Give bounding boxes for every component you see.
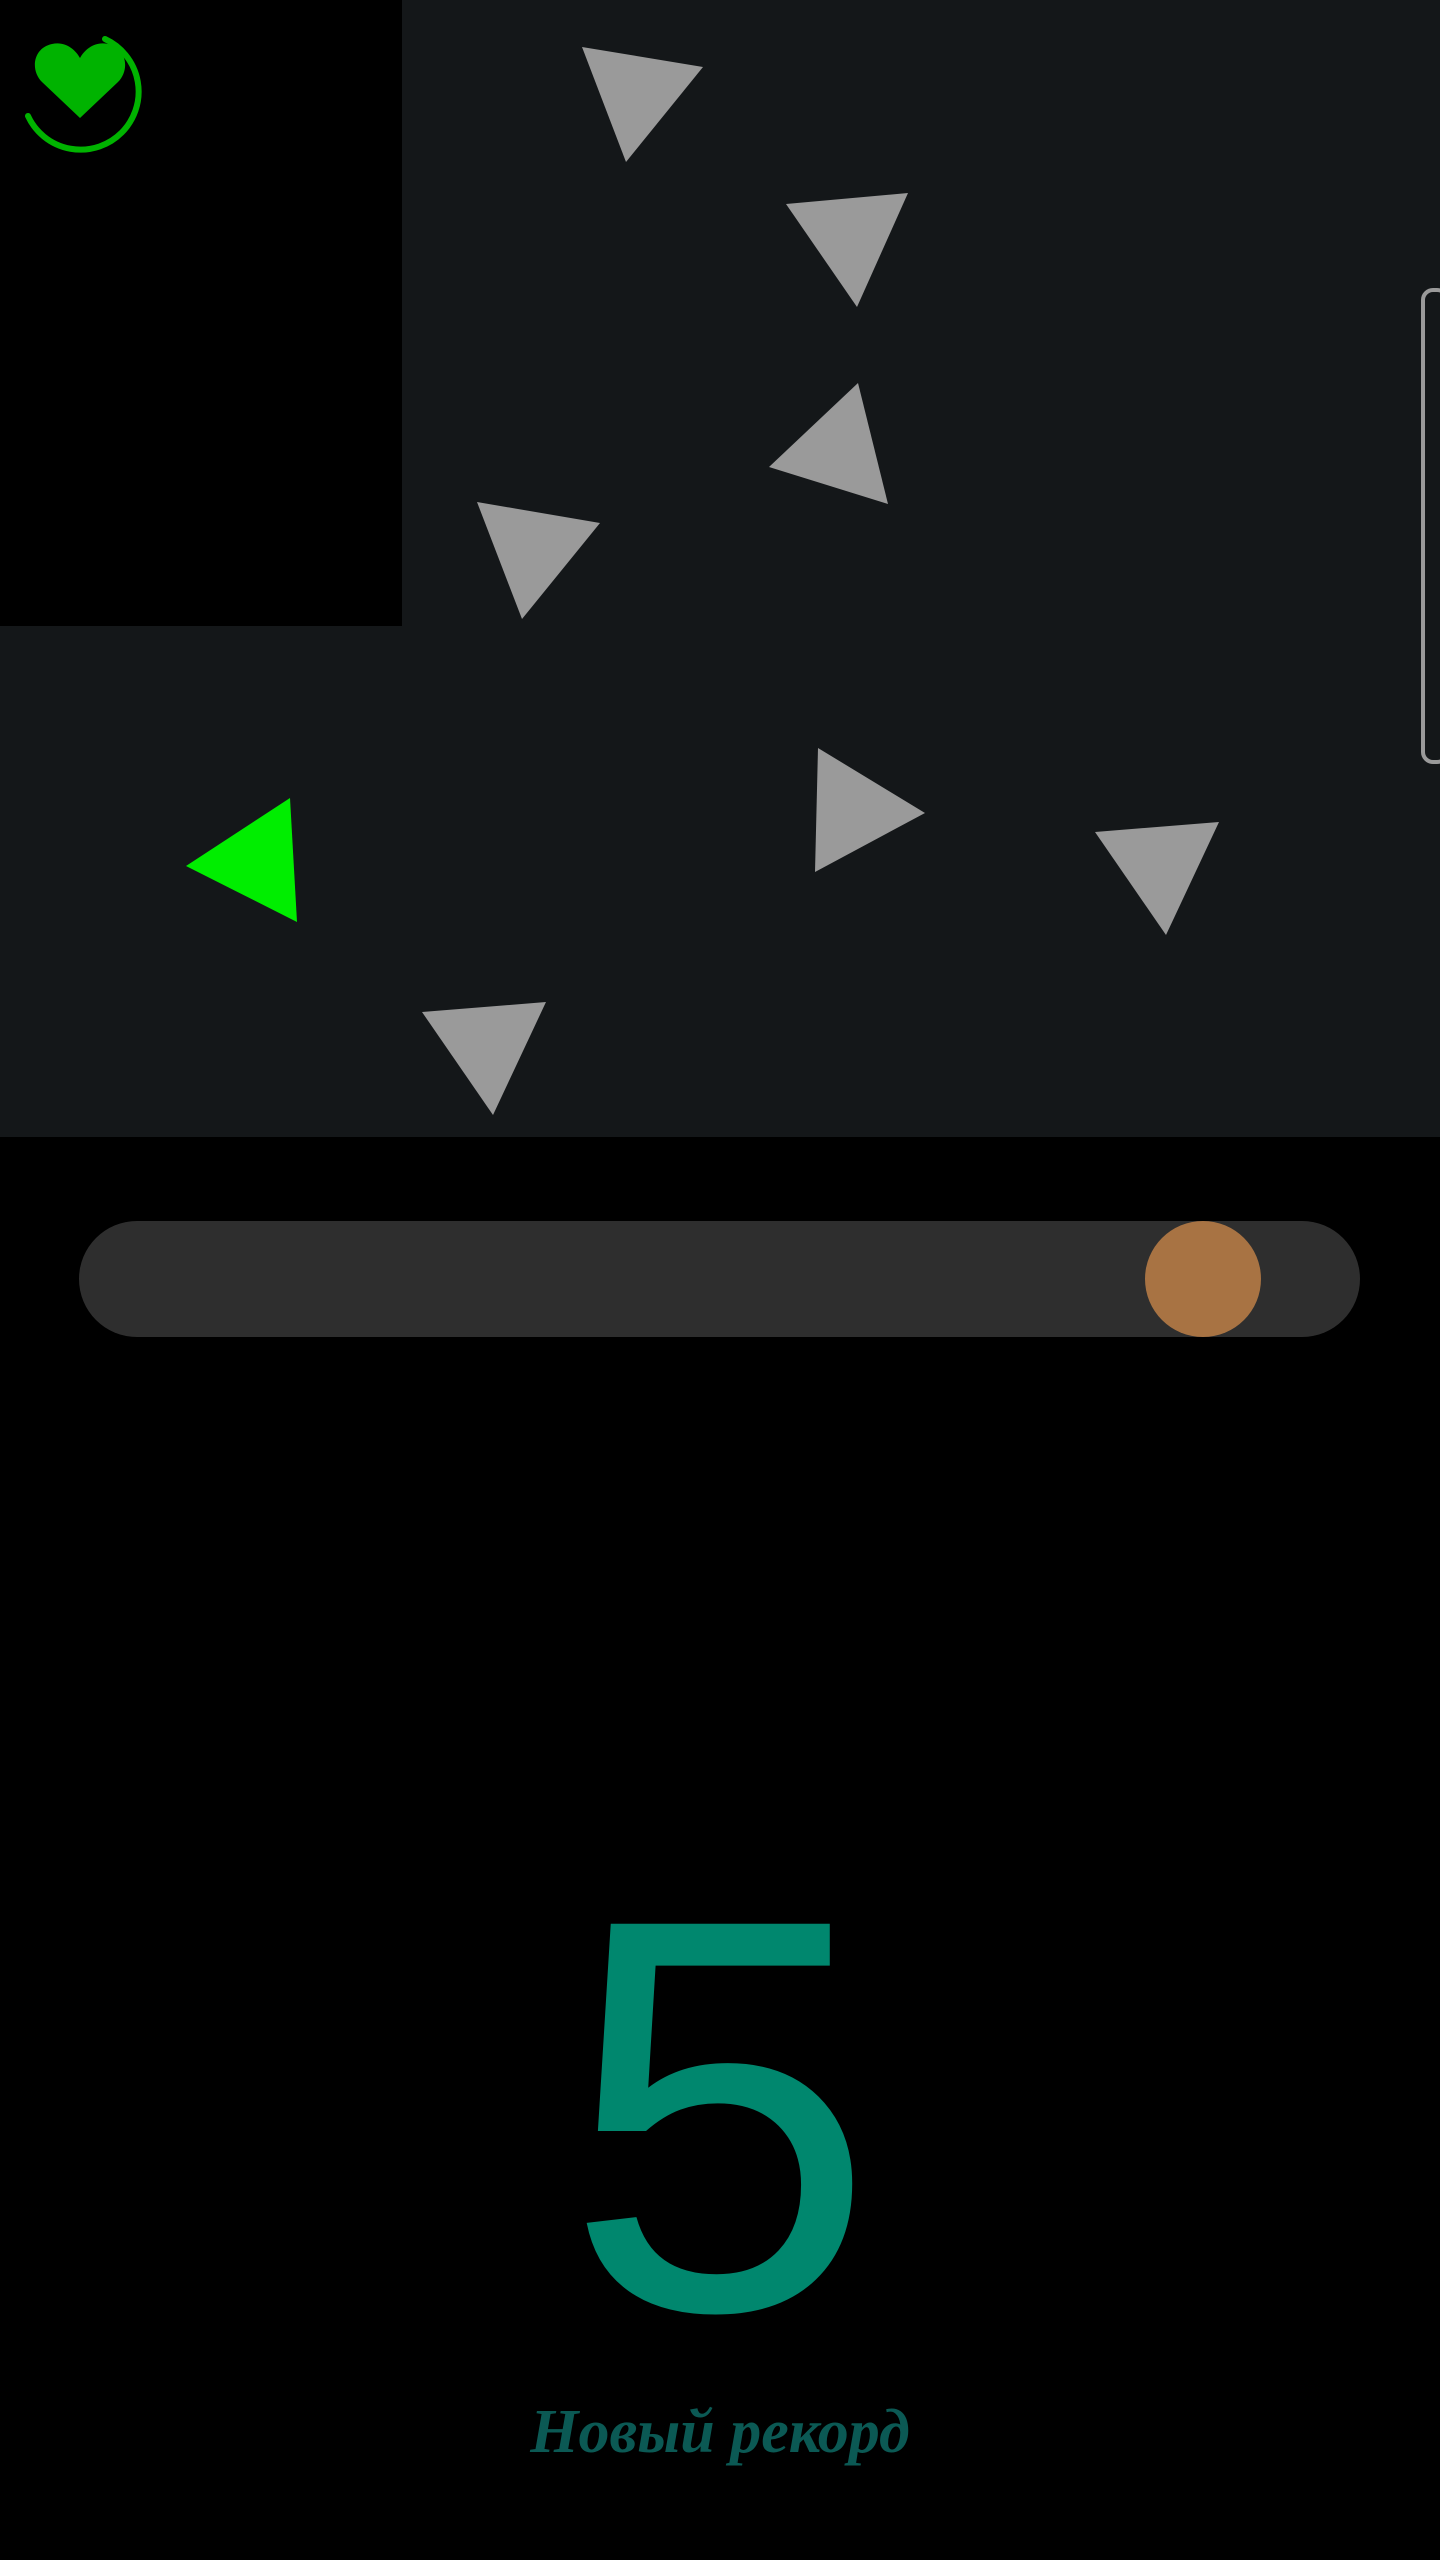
slider-thumb[interactable] xyxy=(1144,1221,1261,1337)
new-record-label: Новый рекорд xyxy=(530,2398,910,2466)
game-field[interactable] xyxy=(0,0,1440,1137)
score-counter: 5 xyxy=(564,1802,876,2428)
